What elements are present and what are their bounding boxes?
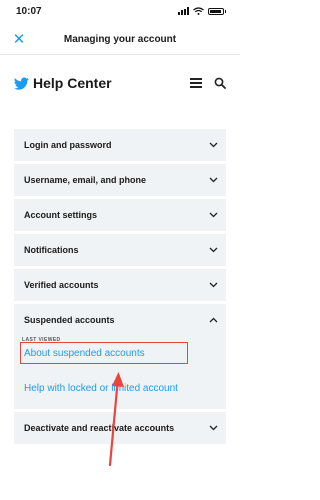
- chevron-up-icon: [209, 317, 218, 323]
- signal-icon: [178, 7, 189, 15]
- chevron-down-icon: [209, 142, 218, 148]
- link-about-suspended-accounts[interactable]: About suspended accounts: [24, 348, 145, 359]
- nav-bar: ✕ Managing your account: [0, 24, 240, 55]
- accordion-item-suspended-accounts[interactable]: Suspended accounts: [14, 304, 226, 336]
- page-title: Managing your account: [63, 33, 177, 45]
- accordion-item-account-settings[interactable]: Account settings: [14, 199, 226, 231]
- chevron-down-icon: [209, 247, 218, 253]
- status-bar: 10:07: [0, 0, 240, 22]
- battery-icon: [208, 7, 224, 15]
- accordion-item-login-password[interactable]: Login and password: [14, 129, 226, 161]
- accordion-item-username-email-phone[interactable]: Username, email, and phone: [14, 164, 226, 196]
- chevron-down-icon: [209, 425, 218, 431]
- search-icon[interactable]: [214, 77, 226, 89]
- help-center-header: Help Center: [0, 68, 240, 98]
- chevron-down-icon: [209, 282, 218, 288]
- help-topics-accordion: Login and password Username, email, and …: [14, 129, 226, 447]
- close-icon[interactable]: ✕: [10, 30, 28, 48]
- status-time: 10:07: [16, 5, 42, 17]
- accordion-item-notifications[interactable]: Notifications: [14, 234, 226, 266]
- hamburger-icon[interactable]: [190, 78, 202, 88]
- help-center-title: Help Center: [33, 75, 112, 91]
- chevron-down-icon: [209, 177, 218, 183]
- suspended-accounts-panel: LAST VIEWED About suspended accounts Hel…: [14, 336, 226, 409]
- accordion-item-deactivate-reactivate[interactable]: Deactivate and reactivate accounts: [14, 412, 226, 444]
- wifi-icon: [193, 7, 204, 15]
- accordion-item-verified-accounts[interactable]: Verified accounts: [14, 269, 226, 301]
- link-locked-limited-account[interactable]: Help with locked or limited account: [24, 383, 178, 394]
- chevron-down-icon: [209, 212, 218, 218]
- status-icons: [178, 7, 226, 15]
- bird-icon: [14, 77, 29, 90]
